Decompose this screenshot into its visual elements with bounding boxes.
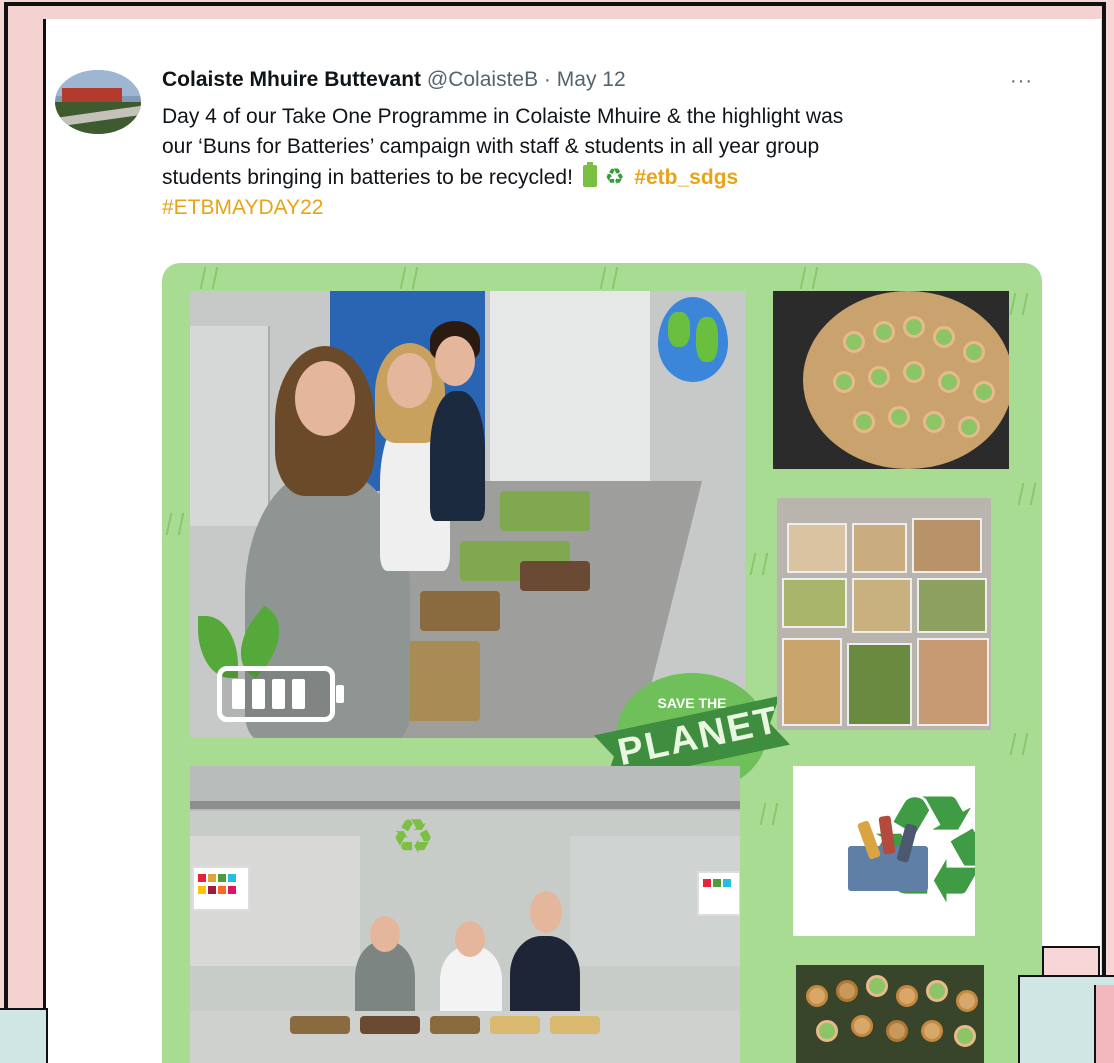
author-handle[interactable]: @ColaisteB bbox=[427, 68, 538, 91]
photo-cupcake-platter bbox=[773, 291, 1009, 469]
author-name[interactable]: Colaiste Mhuire Buttevant bbox=[162, 68, 421, 91]
collage-edge-panel bbox=[0, 1008, 48, 1063]
tweet-text-line: Day 4 of our Take One Programme in Colai… bbox=[162, 105, 844, 128]
hashtag-link[interactable]: #ETBMAYDAY22 bbox=[162, 196, 323, 219]
battery-recycling-graphic: ♻ bbox=[793, 766, 975, 936]
avatar[interactable] bbox=[55, 70, 141, 134]
sdg-poster bbox=[697, 871, 740, 916]
separator: · bbox=[538, 68, 557, 91]
photo-bun-tray-closeup bbox=[796, 965, 984, 1063]
tweet-date[interactable]: May 12 bbox=[557, 68, 626, 91]
photo-students-behind-counter: ♻ bbox=[190, 766, 740, 1063]
tweet-media-image[interactable]: SAVE THE PLANET ♻ bbox=[162, 263, 1042, 1063]
collage-edge-panel bbox=[1094, 985, 1114, 1063]
tweet-text-line: students bringing in batteries to be rec… bbox=[162, 162, 739, 189]
tweet-text-line: our ‘Buns for Batteries’ campaign with s… bbox=[162, 135, 820, 158]
recycle-icon: ♻ bbox=[391, 811, 435, 864]
photo-bun-trays bbox=[777, 498, 991, 730]
earth-balloon-icon bbox=[658, 297, 728, 382]
photo-students-bun-sale bbox=[190, 291, 745, 738]
recycle-icon: ♻ bbox=[604, 164, 625, 189]
tweet-header: Colaiste Mhuire Buttevant @ColaisteB · M… bbox=[162, 68, 626, 92]
battery-icon bbox=[582, 162, 597, 187]
battery-full-icon bbox=[217, 666, 344, 722]
hashtag-link[interactable]: #etb_sdgs bbox=[634, 166, 738, 189]
sdg-poster bbox=[192, 866, 250, 911]
more-options-icon[interactable]: ··· bbox=[1010, 70, 1033, 93]
tweet-text: Day 4 of our Take One Programme in Colai… bbox=[162, 102, 1022, 223]
